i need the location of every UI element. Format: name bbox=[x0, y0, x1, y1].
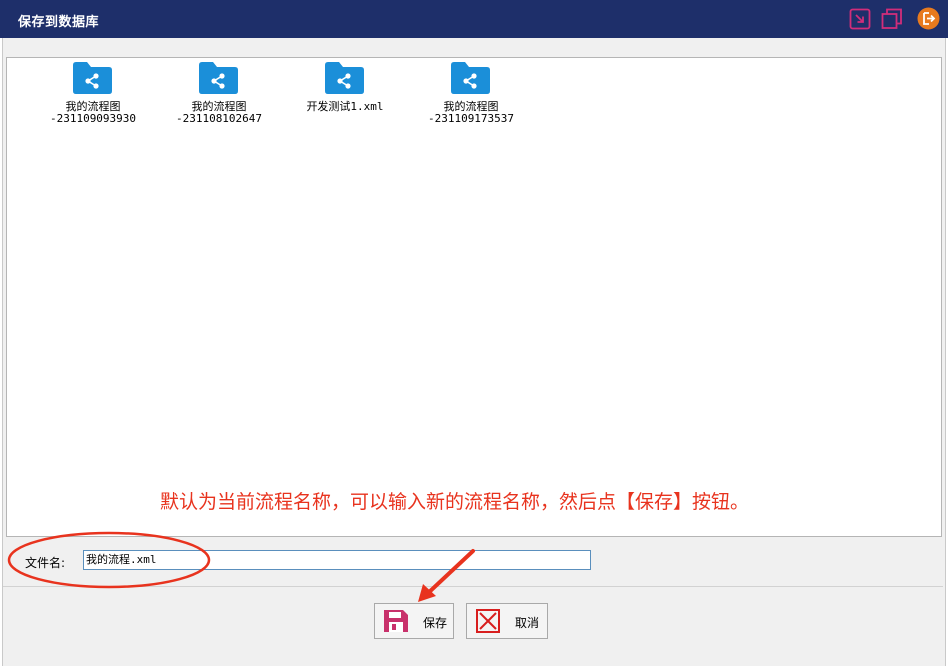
shared-folder-icon bbox=[325, 62, 364, 94]
file-item[interactable]: 我的流程图 -231108102647 bbox=[156, 62, 282, 136]
file-name: 开发测试1.xml bbox=[306, 100, 384, 113]
maximize-icon[interactable] bbox=[881, 8, 903, 30]
annotation-hint-text: 默认为当前流程名称，可以输入新的流程名称，然后点【保存】按钮。 bbox=[160, 491, 750, 513]
exit-icon[interactable] bbox=[917, 7, 940, 30]
file-item[interactable]: 开发测试1.xml bbox=[282, 62, 408, 136]
file-item[interactable]: 我的流程图 -231109173537 bbox=[408, 62, 534, 136]
filename-input[interactable] bbox=[83, 550, 591, 570]
shrink-icon[interactable] bbox=[849, 8, 871, 30]
window-title: 保存到数据库 bbox=[18, 15, 100, 30]
cancel-button[interactable]: 取消 bbox=[466, 603, 548, 639]
shared-folder-icon bbox=[199, 62, 238, 94]
cancel-button-label: 取消 bbox=[515, 616, 540, 630]
shared-folder-icon bbox=[451, 62, 490, 94]
file-name: 我的流程图 -231109173537 bbox=[427, 100, 515, 125]
file-name: 我的流程图 -231109093930 bbox=[49, 100, 137, 125]
shared-folder-icon bbox=[73, 62, 112, 94]
file-item[interactable]: 我的流程图 -231109093930 bbox=[30, 62, 156, 136]
floppy-disk-icon bbox=[384, 610, 408, 632]
file-name: 我的流程图 -231108102647 bbox=[175, 100, 263, 125]
title-bar: 保存到数据库 bbox=[0, 0, 948, 38]
divider bbox=[3, 586, 943, 587]
filename-label: 文件名: bbox=[25, 556, 66, 570]
save-button[interactable]: 保存 bbox=[374, 603, 454, 639]
close-box-icon bbox=[476, 609, 500, 633]
save-button-label: 保存 bbox=[423, 616, 448, 630]
